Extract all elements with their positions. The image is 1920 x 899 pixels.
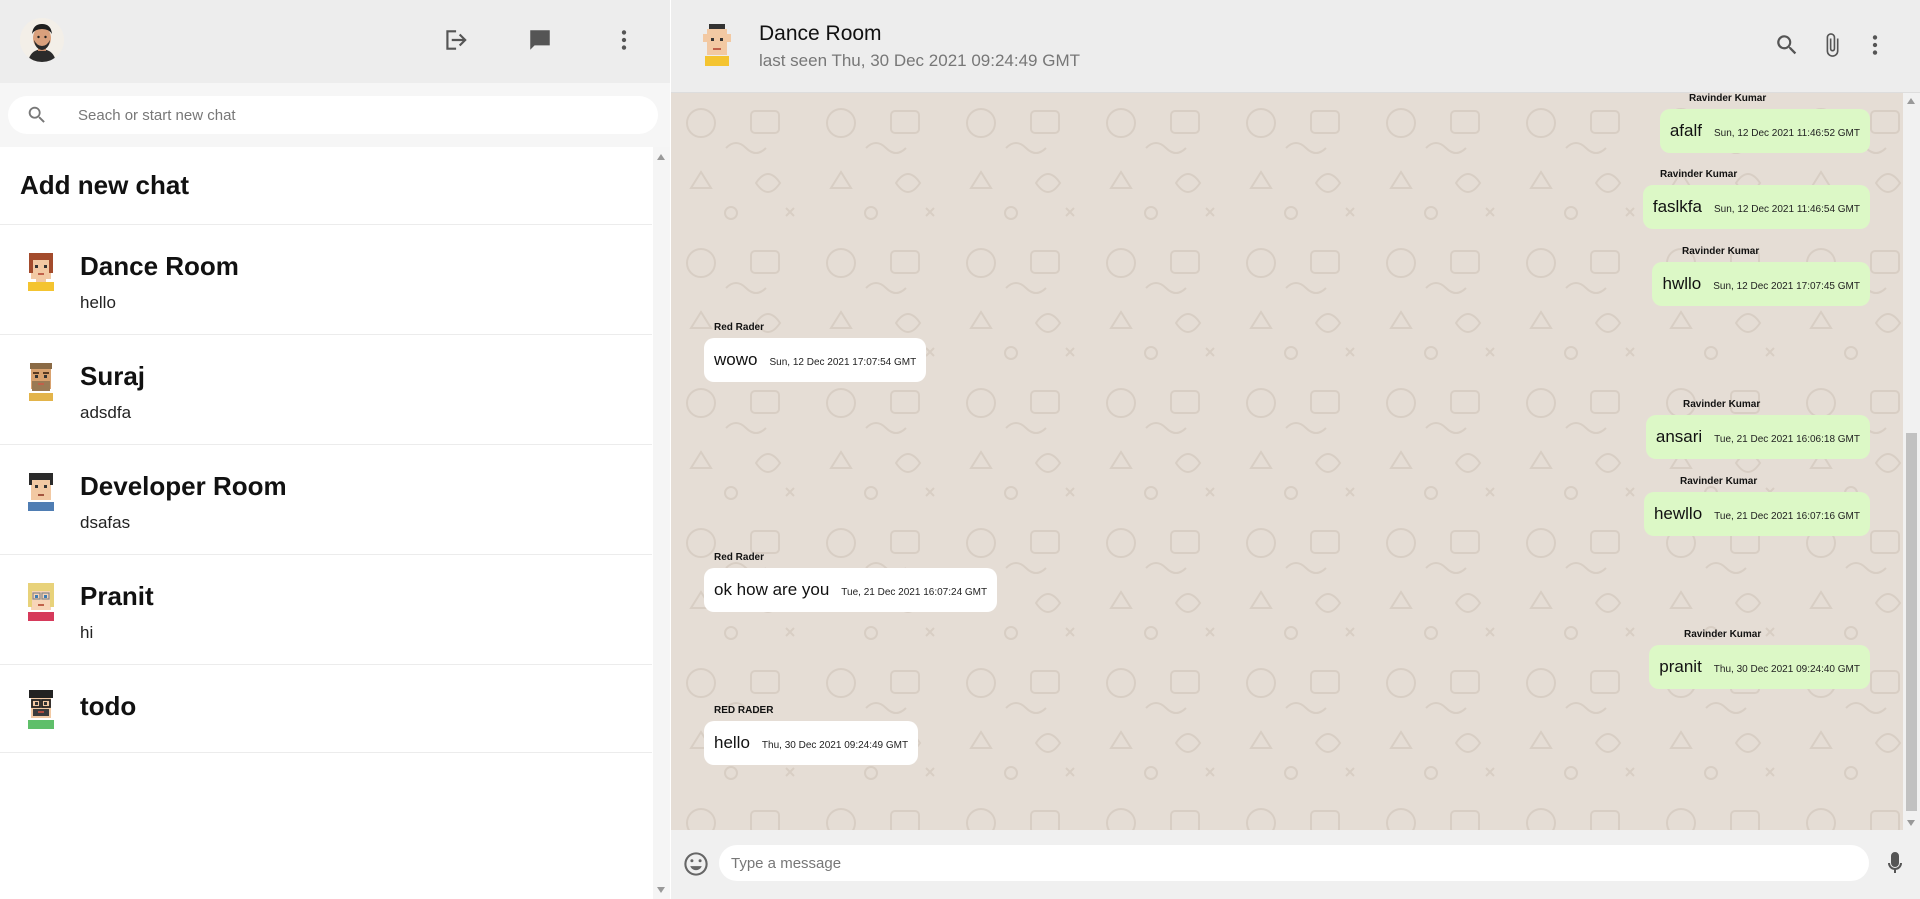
chat-name: todo bbox=[80, 691, 137, 721]
message-text: hello bbox=[714, 733, 750, 752]
message-outgoing: Ravinder Kumar afalf Sun, 12 Dec 2021 11… bbox=[1650, 93, 1870, 155]
chat-header: Dance Room last seen Thu, 30 Dec 2021 09… bbox=[671, 0, 1920, 93]
chat-item-dance-room[interactable]: Dance Room hello bbox=[0, 225, 652, 335]
message-timestamp: Thu, 30 Dec 2021 09:24:49 GMT bbox=[761, 739, 909, 751]
message-outgoing: Ravinder Kumar pranit Thu, 30 Dec 2021 0… bbox=[1649, 629, 1870, 691]
more-vertical-icon[interactable] bbox=[1861, 31, 1889, 59]
message-sender: Ravinder Kumar bbox=[1660, 169, 1738, 180]
chat-avatar bbox=[20, 579, 62, 621]
message-timestamp: Sun, 12 Dec 2021 11:46:54 GMT bbox=[1713, 203, 1860, 215]
last-seen-status: last seen Thu, 30 Dec 2021 09:24:49 GMT bbox=[759, 51, 1080, 70]
message-outgoing: Ravinder Kumar hewllo Tue, 21 Dec 2021 1… bbox=[1643, 476, 1870, 538]
chat-name: Pranit bbox=[80, 581, 154, 611]
message-incoming: RED RADER hello Thu, 30 Dec 2021 09:24:4… bbox=[704, 705, 1004, 767]
attach-icon[interactable] bbox=[1818, 31, 1846, 59]
chat-item-suraj[interactable]: Suraj adsdfa bbox=[0, 335, 652, 445]
message-sender: RED RADER bbox=[714, 705, 774, 716]
scroll-thumb[interactable] bbox=[1906, 433, 1917, 811]
chat-avatar bbox=[20, 687, 62, 729]
message-outgoing: Ravinder Kumar ansari Tue, 21 Dec 2021 1… bbox=[1645, 399, 1870, 461]
chat-avatar bbox=[20, 249, 62, 291]
message-text: ok how are you bbox=[714, 580, 830, 599]
message-sender: Ravinder Kumar bbox=[1680, 476, 1758, 487]
message-outgoing: Ravinder Kumar hwllo Sun, 12 Dec 2021 17… bbox=[1650, 246, 1870, 308]
message-area: Ravinder Kumar afalf Sun, 12 Dec 2021 11… bbox=[671, 93, 1903, 830]
scroll-up-arrow[interactable] bbox=[1907, 98, 1915, 104]
message-timestamp: Sun, 12 Dec 2021 11:46:52 GMT bbox=[1713, 127, 1860, 139]
search-box bbox=[8, 96, 658, 134]
search-icon bbox=[26, 104, 48, 126]
chat-last-message: hello bbox=[80, 293, 116, 312]
message-text: afalf bbox=[1669, 121, 1702, 140]
chat-item-todo[interactable]: todo bbox=[0, 665, 652, 753]
message-incoming: Red Rader ok how are you Tue, 21 Dec 202… bbox=[704, 552, 1024, 614]
scroll-down-arrow[interactable] bbox=[657, 887, 665, 893]
chat-name: Dance Room bbox=[80, 251, 239, 281]
message-timestamp: Sun, 12 Dec 2021 17:07:45 GMT bbox=[1713, 280, 1860, 292]
message-sender: Red Rader bbox=[714, 552, 765, 563]
message-sender: Ravinder Kumar bbox=[1683, 399, 1761, 410]
message-text: wowo bbox=[714, 350, 758, 369]
message-bubble[interactable]: faslkfa Sun, 12 Dec 2021 11:46:54 GMT bbox=[1642, 185, 1870, 229]
message-timestamp: Sun, 12 Dec 2021 17:07:54 GMT bbox=[769, 356, 917, 368]
message-text: ansari bbox=[1655, 427, 1703, 446]
chat-name: Suraj bbox=[80, 361, 146, 391]
sidebar-scrollbar[interactable] bbox=[653, 147, 670, 899]
chat-last-message: hi bbox=[80, 623, 94, 642]
search-icon[interactable] bbox=[1773, 31, 1801, 59]
message-composer bbox=[671, 830, 1920, 899]
logout-icon[interactable] bbox=[440, 25, 470, 55]
chat-last-message: adsdfa bbox=[80, 403, 132, 422]
message-bubble[interactable]: afalf Sun, 12 Dec 2021 11:46:52 GMT bbox=[1659, 109, 1870, 153]
message-text: hewllo bbox=[1653, 504, 1703, 523]
message-timestamp: Thu, 30 Dec 2021 09:24:40 GMT bbox=[1713, 663, 1860, 675]
message-text: hwllo bbox=[1662, 274, 1702, 293]
chat-list: Add new chat Dance Room hello Suraj adsd… bbox=[0, 147, 652, 899]
chat-avatar bbox=[20, 469, 62, 511]
chat-avatar bbox=[20, 359, 62, 401]
chat-item-developer-room[interactable]: Developer Room dsafas bbox=[0, 445, 652, 555]
message-input[interactable] bbox=[719, 845, 1869, 881]
chat-last-message: dsafas bbox=[80, 513, 131, 532]
emoji-icon[interactable] bbox=[682, 850, 710, 878]
add-new-chat-button[interactable]: Add new chat bbox=[0, 147, 652, 225]
chat-item-pranit[interactable]: Pranit hi bbox=[0, 555, 652, 665]
messages-scrollbar[interactable] bbox=[1903, 93, 1920, 830]
room-avatar[interactable] bbox=[695, 20, 739, 66]
sidebar: Add new chat Dance Room hello bbox=[0, 0, 670, 899]
message-bubble[interactable]: wowo Sun, 12 Dec 2021 17:07:54 GMT bbox=[704, 338, 927, 382]
message-timestamp: Tue, 21 Dec 2021 16:07:24 GMT bbox=[841, 586, 988, 598]
sidebar-header bbox=[0, 0, 670, 83]
message-timestamp: Tue, 21 Dec 2021 16:07:16 GMT bbox=[1714, 510, 1860, 522]
new-chat-icon[interactable] bbox=[525, 25, 555, 55]
message-text: faslkfa bbox=[1652, 197, 1702, 216]
chat-name: Developer Room bbox=[80, 471, 287, 501]
message-sender: Ravinder Kumar bbox=[1684, 629, 1762, 640]
message-incoming: Red Rader wowo Sun, 12 Dec 2021 17:07:54… bbox=[704, 322, 1004, 384]
microphone-icon[interactable] bbox=[1883, 851, 1907, 877]
message-outgoing: Ravinder Kumar faslkfa Sun, 12 Dec 2021 … bbox=[1642, 169, 1870, 231]
message-bubble[interactable]: hwllo Sun, 12 Dec 2021 17:07:45 GMT bbox=[1652, 262, 1870, 306]
scroll-down-arrow[interactable] bbox=[1907, 820, 1915, 826]
message-bubble[interactable]: ansari Tue, 21 Dec 2021 16:06:18 GMT bbox=[1645, 415, 1870, 459]
message-timestamp: Tue, 21 Dec 2021 16:06:18 GMT bbox=[1714, 433, 1860, 445]
message-sender: Red Rader bbox=[714, 322, 765, 333]
message-bubble[interactable]: ok how are you Tue, 21 Dec 2021 16:07:24… bbox=[704, 568, 998, 612]
user-avatar[interactable] bbox=[20, 18, 64, 62]
scroll-up-arrow[interactable] bbox=[657, 154, 665, 160]
message-text: pranit bbox=[1659, 657, 1702, 676]
message-bubble[interactable]: pranit Thu, 30 Dec 2021 09:24:40 GMT bbox=[1649, 645, 1870, 689]
message-sender: Ravinder Kumar bbox=[1682, 246, 1760, 257]
message-bubble[interactable]: hewllo Tue, 21 Dec 2021 16:07:16 GMT bbox=[1643, 492, 1870, 536]
message-bubble[interactable]: hello Thu, 30 Dec 2021 09:24:49 GMT bbox=[704, 721, 919, 765]
search-input[interactable] bbox=[78, 105, 638, 125]
more-vertical-icon[interactable] bbox=[609, 25, 639, 55]
message-sender: Ravinder Kumar bbox=[1689, 93, 1767, 104]
chat-pane: Dance Room last seen Thu, 30 Dec 2021 09… bbox=[671, 0, 1920, 899]
chat-title: Dance Room bbox=[759, 22, 882, 45]
search-bar bbox=[0, 83, 670, 147]
